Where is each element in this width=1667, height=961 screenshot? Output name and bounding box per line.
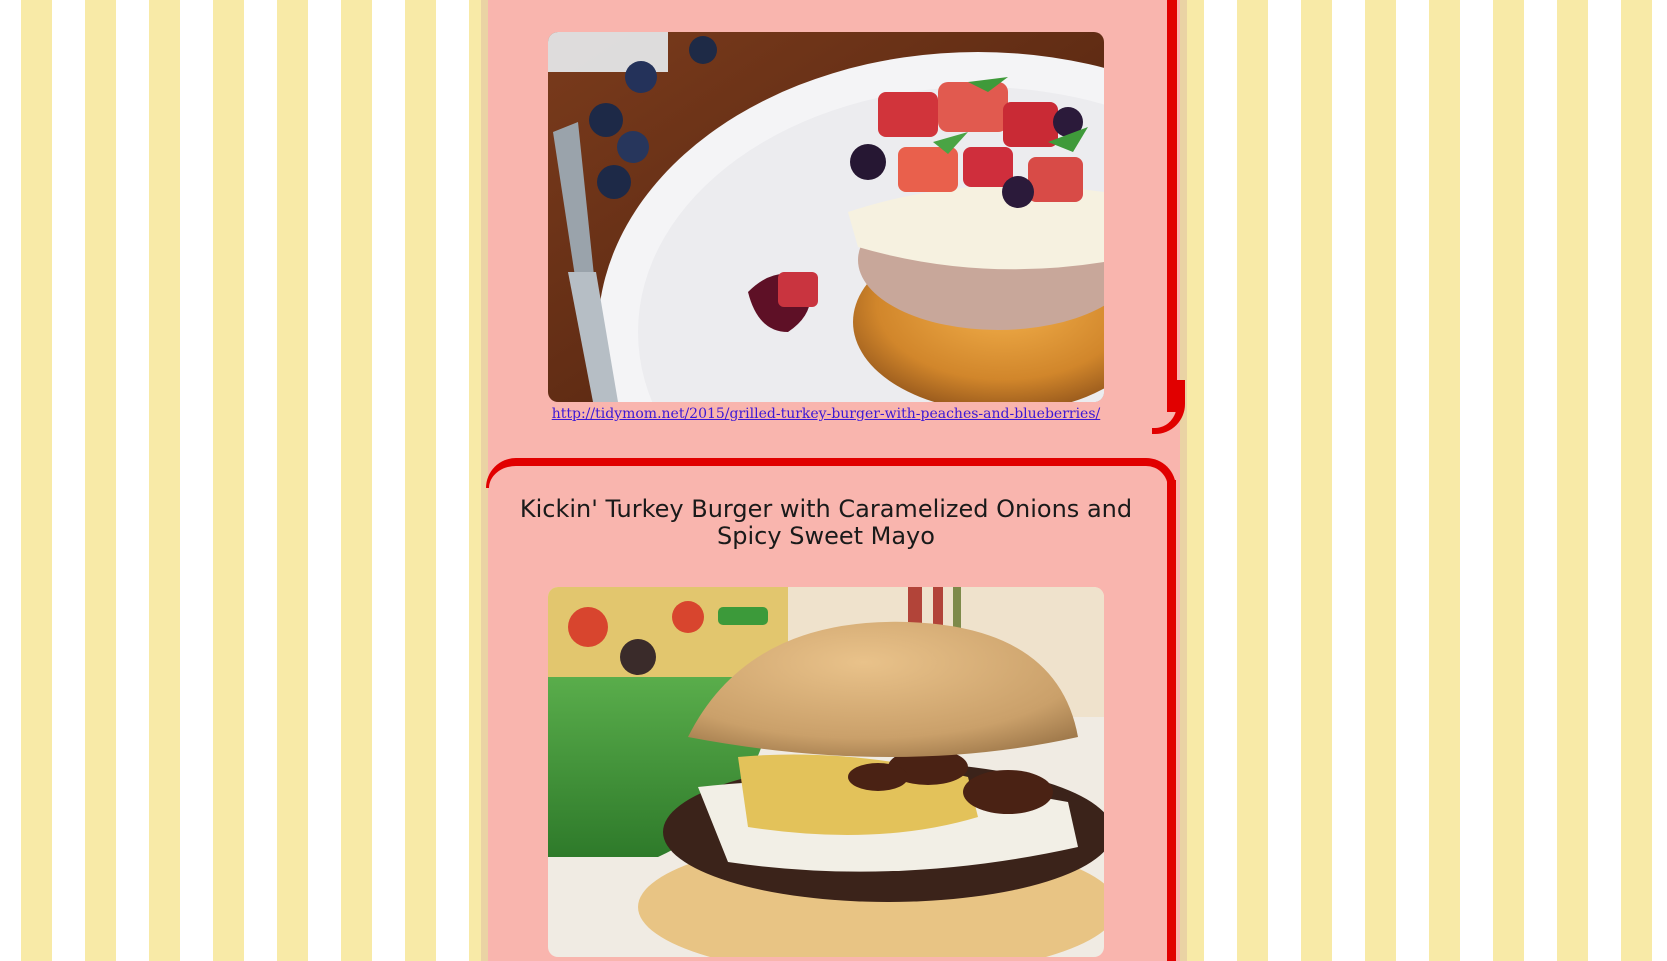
turkey-burger-peaches-blueberries-photo	[548, 32, 1104, 402]
card-border-top	[486, 458, 1176, 488]
recipe-source-link[interactable]: http://tidymom.net/2015/grilled-turkey-b…	[486, 406, 1166, 422]
turkey-burger-caramelized-onions-photo	[548, 587, 1104, 957]
recipe-title[interactable]: Kickin' Turkey Burger with Caramelized O…	[496, 496, 1156, 550]
card-border-right	[1167, 480, 1176, 961]
recipe-photo-turkey-burger-peaches[interactable]	[548, 32, 1104, 402]
card-border-right	[1167, 0, 1177, 412]
recipe-photo-kickin-turkey-burger[interactable]	[548, 587, 1104, 957]
column-right-edge	[1180, 0, 1187, 961]
